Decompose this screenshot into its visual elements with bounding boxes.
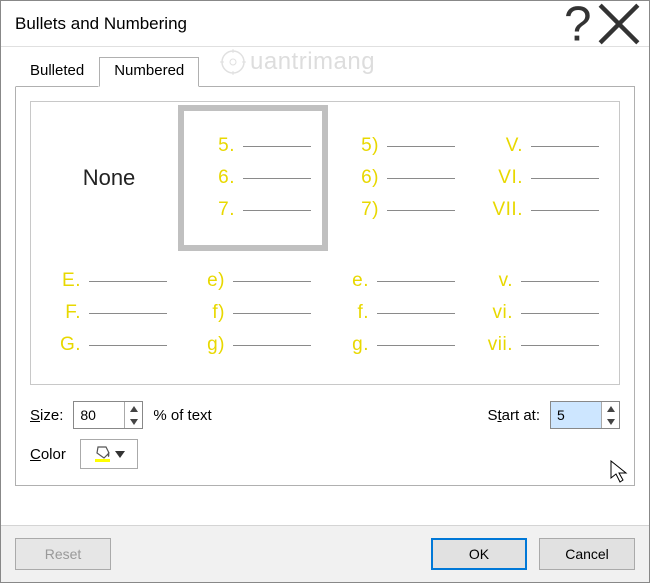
start-at-label: Start at: [487, 407, 540, 424]
start-at-down[interactable] [602, 415, 619, 428]
size-spinner[interactable] [73, 401, 143, 429]
color-picker-button[interactable] [80, 439, 138, 469]
numbering-option-arabic-paren[interactable]: 5) 6) 7) [325, 108, 469, 248]
reset-button: Reset [15, 538, 111, 570]
dialog-title: Bullets and Numbering [15, 14, 553, 34]
none-label: None [83, 165, 136, 191]
tab-numbered[interactable]: Numbered [99, 57, 199, 87]
close-button[interactable] [597, 2, 641, 46]
size-input[interactable] [74, 402, 124, 428]
size-label: Size: [30, 407, 63, 424]
svg-text:?: ? [564, 2, 592, 46]
numbering-option-none[interactable]: None [37, 108, 181, 248]
help-button[interactable]: ? [553, 2, 597, 46]
ok-button[interactable]: OK [431, 538, 527, 570]
start-at-input[interactable] [551, 402, 601, 428]
chevron-down-icon [115, 447, 125, 462]
size-up[interactable] [125, 402, 142, 415]
numbering-option-roman-upper[interactable]: V. VI. VII. [469, 108, 613, 248]
numbering-option-alpha-lower-paren[interactable]: e) f) g) [181, 248, 325, 378]
cancel-button[interactable]: Cancel [539, 538, 635, 570]
numbering-option-arabic-period[interactable]: 5. 6. 7. [181, 108, 325, 248]
start-at-up[interactable] [602, 402, 619, 415]
size-down[interactable] [125, 415, 142, 428]
numbering-option-roman-lower[interactable]: v. vi. vii. [469, 248, 613, 378]
start-at-spinner[interactable] [550, 401, 620, 429]
size-suffix: % of text [153, 407, 211, 424]
color-label: Color [30, 446, 66, 463]
bucket-icon [93, 444, 113, 465]
numbering-option-alpha-upper[interactable]: E. F. G. [37, 248, 181, 378]
tab-bulleted[interactable]: Bulleted [15, 57, 99, 87]
numbering-option-alpha-lower-period[interactable]: e. f. g. [325, 248, 469, 378]
